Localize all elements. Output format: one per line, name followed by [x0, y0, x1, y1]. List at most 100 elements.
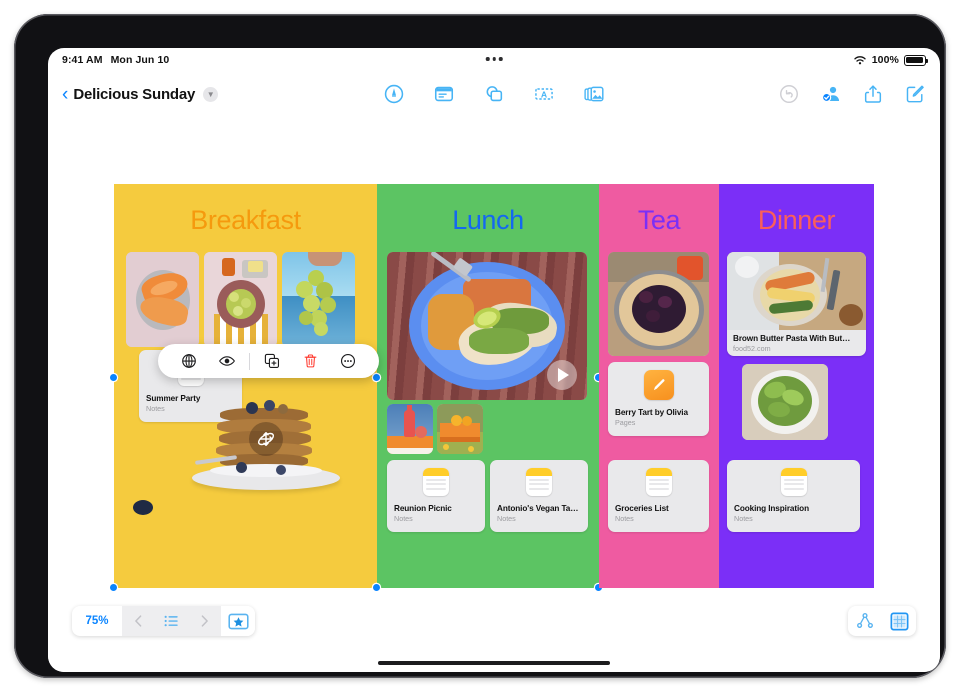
- person-badge-checkmark-icon[interactable]: [820, 83, 842, 105]
- link-preview-image: [727, 252, 866, 330]
- file-card-title: Groceries List: [615, 504, 669, 513]
- file-card-title: Antonio's Vegan Tacos: [497, 504, 581, 513]
- photo-cantaloupe[interactable]: [126, 252, 199, 347]
- column-tea[interactable]: Tea Berry Tart by Olivia Pages Groceries…: [599, 184, 719, 588]
- link-preview-domain: food52.com: [733, 344, 771, 353]
- file-card-label: Groceries List Notes: [608, 504, 709, 530]
- wifi-icon: [854, 55, 866, 64]
- photo-citrus[interactable]: [437, 404, 483, 454]
- file-card-subtitle: Notes: [394, 514, 413, 523]
- selection-handle-left[interactable]: [373, 374, 380, 381]
- brown-butter-pasta-link[interactable]: Brown Butter Pasta With But… food52.com: [727, 252, 866, 356]
- file-card-title: Cooking Inspiration: [734, 504, 809, 513]
- link-preview-title: Brown Butter Pasta With But…: [733, 334, 851, 343]
- column-title-lunch: Lunch: [452, 205, 524, 235]
- groceries-list-note[interactable]: Groceries List Notes: [608, 460, 709, 532]
- file-card-label: Reunion Picnic Notes: [387, 504, 485, 530]
- file-card-label: Berry Tart by Olivia Pages: [608, 408, 709, 434]
- column-title-dinner: Dinner: [757, 205, 836, 235]
- video-tacos[interactable]: [387, 252, 587, 400]
- object-context-menu: [158, 344, 379, 378]
- sticky-note-icon[interactable]: [433, 83, 455, 105]
- file-card-title: Reunion Picnic: [394, 504, 452, 513]
- photo-berry-galette[interactable]: [608, 252, 709, 356]
- meal-board: Breakfast Summer Party Notes Lunch Reuni…: [110, 184, 874, 591]
- notes-app-icon: [387, 460, 485, 504]
- pancakes-3d-object[interactable]: [192, 400, 340, 502]
- text-box-icon[interactable]: A: [533, 83, 555, 105]
- blueberry-sticker[interactable]: [133, 500, 153, 515]
- status-date: Mon Jun 10: [110, 54, 170, 66]
- eye-icon[interactable]: [208, 344, 246, 378]
- status-time: 9:41 AM: [62, 54, 103, 66]
- antonios-vegan-tacos-note[interactable]: Antonio's Vegan Tacos Notes: [490, 460, 588, 532]
- ellipsis-circle-icon[interactable]: [329, 344, 367, 378]
- shapes-icon[interactable]: [483, 83, 505, 105]
- multitasking-handle-icon[interactable]: [485, 57, 503, 61]
- duplicate-plus-icon[interactable]: [253, 344, 291, 378]
- file-card-title: Berry Tart by Olivia: [615, 408, 688, 417]
- zoom-level-button[interactable]: 75%: [72, 615, 122, 627]
- pages-app-icon: [608, 362, 709, 408]
- column-dinner[interactable]: Dinner Brown Butter Pasta With But… food…: [719, 184, 874, 588]
- column-lunch[interactable]: Lunch Reunion Picnic Notes Antonio's Veg…: [373, 184, 602, 591]
- canvas-bottom-left-bar: 75%: [72, 606, 255, 636]
- pen-circle-icon[interactable]: [383, 83, 405, 105]
- notes-app-icon: [490, 460, 588, 504]
- link-preview-meta: Brown Butter Pasta With But… food52.com: [727, 330, 866, 356]
- bulleted-list-icon[interactable]: [155, 606, 188, 636]
- grid-square-icon[interactable]: [882, 606, 916, 636]
- photo-drinks[interactable]: [387, 404, 433, 454]
- home-indicator[interactable]: [378, 660, 610, 665]
- undo-arrow-icon[interactable]: [778, 83, 800, 105]
- photo-grapes[interactable]: [282, 252, 355, 347]
- trash-icon[interactable]: [291, 344, 329, 378]
- selection-handle-bottom-left[interactable]: [373, 584, 380, 591]
- compose-pencil-square-icon[interactable]: [904, 83, 926, 105]
- photos-icon[interactable]: [583, 83, 605, 105]
- device-screen: 9:41 AM Mon Jun 10 100% ‹ Delicious Sund…: [48, 48, 940, 672]
- status-bar-left: 9:41 AM Mon Jun 10: [62, 54, 169, 66]
- file-card-label: Antonio's Vegan Tacos Notes: [490, 504, 588, 530]
- page-title: Delicious Sunday: [73, 85, 196, 103]
- file-card-subtitle: Notes: [734, 514, 753, 523]
- selection-handle-left[interactable]: [110, 374, 117, 381]
- photo-salad[interactable]: [742, 364, 828, 440]
- status-bar: 9:41 AM Mon Jun 10 100%: [48, 48, 940, 72]
- ipad-device: 9:41 AM Mon Jun 10 100% ‹ Delicious Sund…: [0, 0, 960, 692]
- cooking-inspiration-note[interactable]: Cooking Inspiration Notes: [727, 460, 860, 532]
- status-bar-right: 100%: [853, 54, 928, 66]
- node-graph-icon[interactable]: [848, 606, 882, 636]
- file-card-subtitle: Notes: [497, 514, 516, 523]
- app-toolbar: ‹ Delicious Sunday ▼ A: [48, 72, 940, 116]
- berry-tart-by-olivia-pages[interactable]: Berry Tart by Olivia Pages: [608, 362, 709, 436]
- column-title-breakfast: Breakfast: [190, 205, 301, 235]
- menu-divider: [249, 352, 250, 370]
- star-in-rectangle-icon[interactable]: [221, 606, 255, 636]
- column-breakfast[interactable]: Breakfast Summer Party Notes: [110, 184, 380, 591]
- share-up-arrow-icon[interactable]: [862, 83, 884, 105]
- canvas-bottom-right-bar: [848, 606, 916, 636]
- reunion-picnic-note[interactable]: Reunion Picnic Notes: [387, 460, 485, 532]
- battery-percent-label: 100%: [871, 54, 899, 66]
- selection-handle-bottom-left[interactable]: [110, 584, 117, 591]
- previous-board-button[interactable]: [122, 606, 155, 636]
- photo-gooseberries[interactable]: [204, 252, 277, 347]
- toolbar-right-tools: [778, 83, 926, 105]
- device-bezel: 9:41 AM Mon Jun 10 100% ‹ Delicious Sund…: [14, 14, 946, 678]
- toolbar-center-tools: A: [383, 83, 605, 105]
- notes-app-icon: [727, 460, 860, 504]
- freeform-canvas[interactable]: Breakfast Summer Party Notes Lunch Reuni…: [48, 116, 940, 672]
- file-card-subtitle: Pages: [615, 418, 636, 427]
- column-title-tea: Tea: [637, 205, 681, 235]
- rotate-3d-icon[interactable]: [249, 422, 283, 456]
- file-card-title: Summer Party: [146, 394, 201, 403]
- back-button[interactable]: ‹: [62, 85, 68, 104]
- play-triangle-icon[interactable]: [547, 360, 577, 390]
- globe-crosshair-icon[interactable]: [170, 344, 208, 378]
- next-board-button[interactable]: [188, 606, 221, 636]
- file-card-label: Cooking Inspiration Notes: [727, 504, 860, 530]
- toolbar-left: ‹ Delicious Sunday ▼: [62, 85, 219, 104]
- svg-text:A: A: [541, 90, 548, 100]
- chevron-down-icon[interactable]: ▼: [203, 86, 219, 102]
